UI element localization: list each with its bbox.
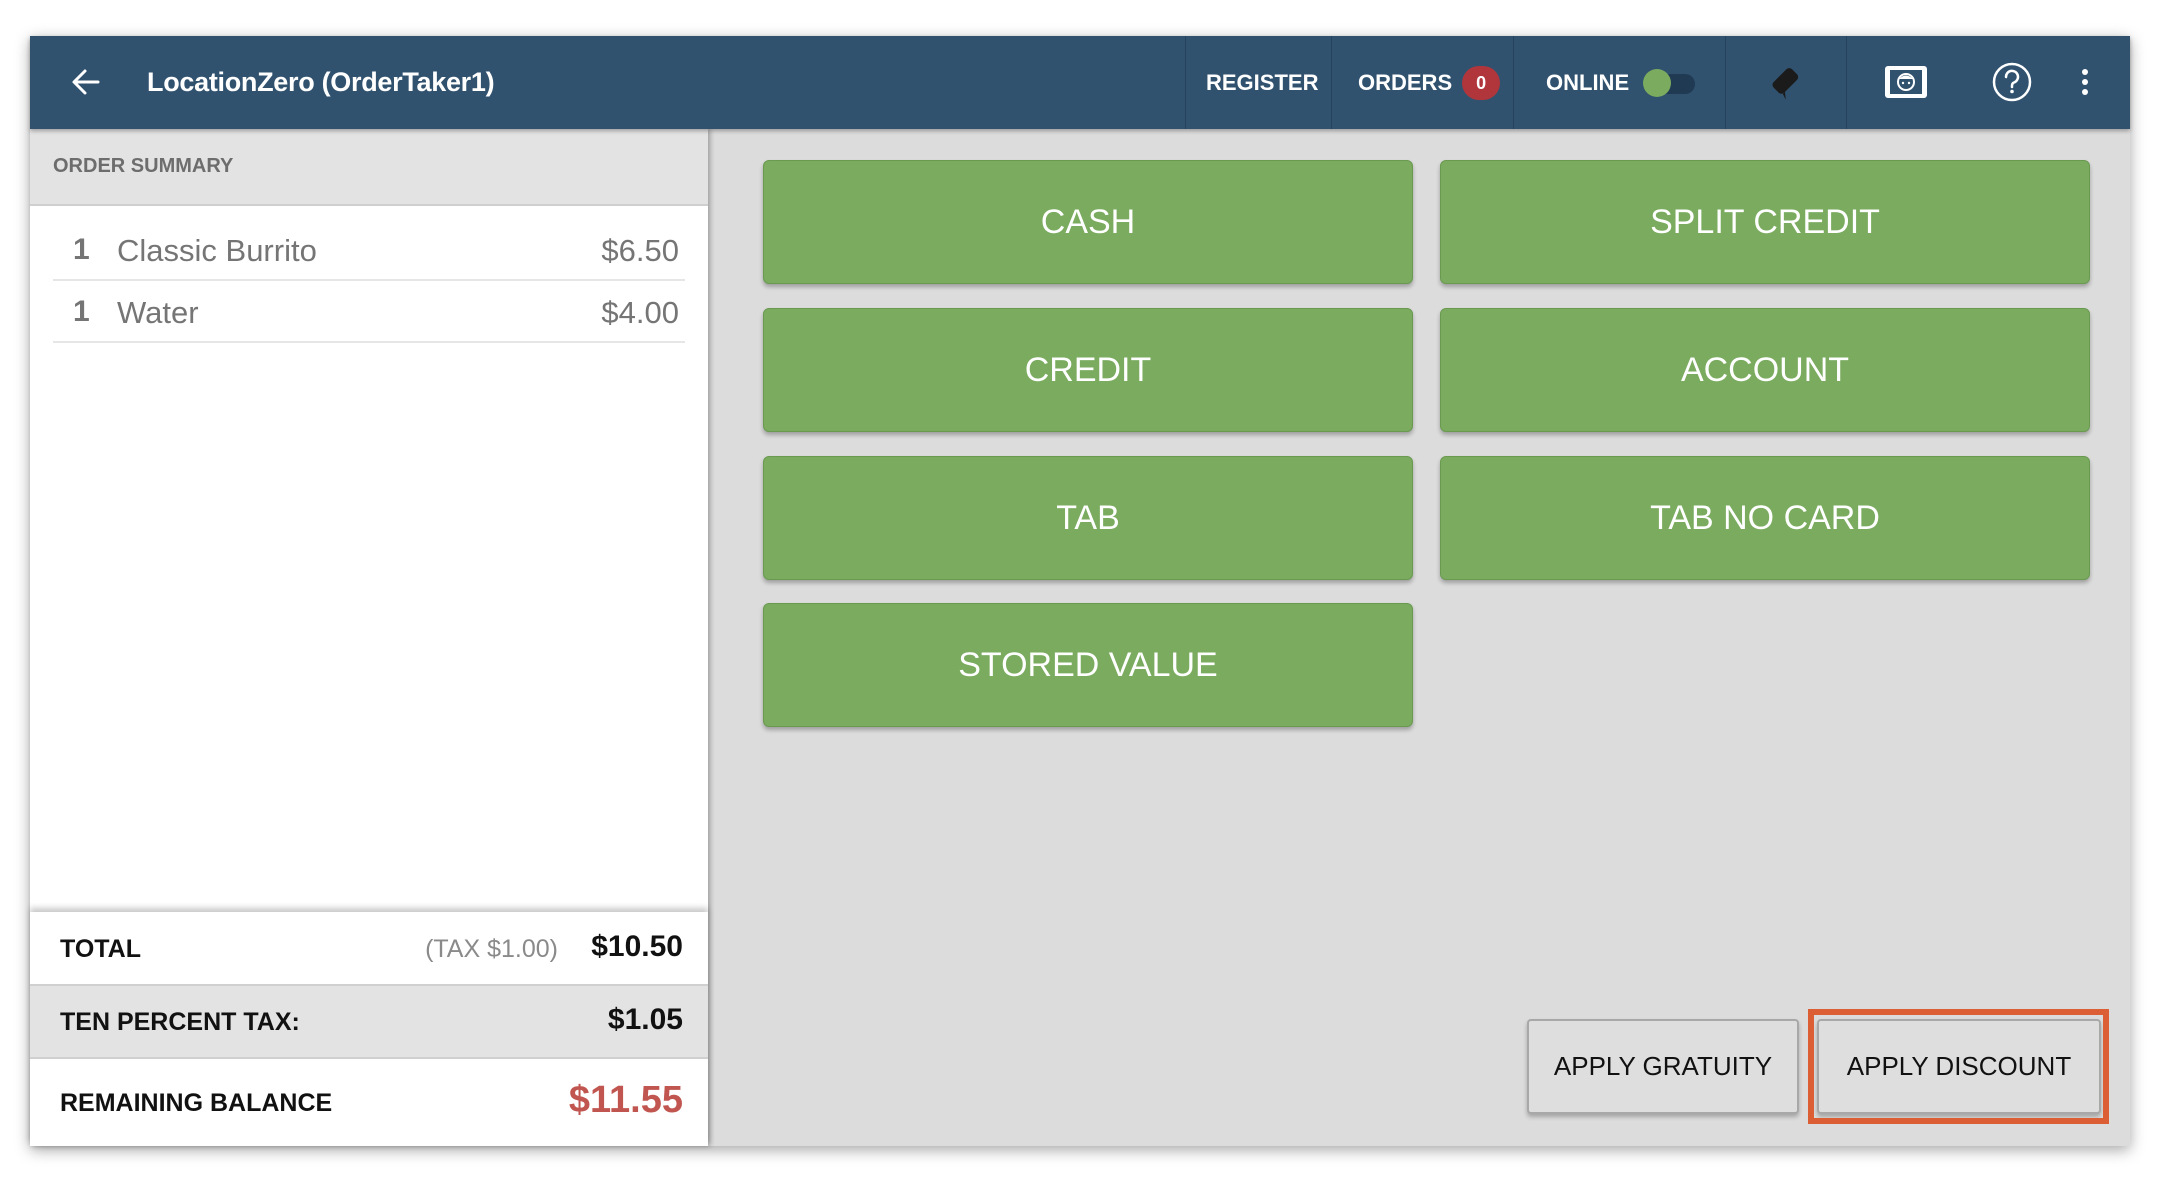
toolbar-divider [1725,36,1726,129]
back-arrow-icon[interactable] [66,62,106,102]
item-quantity: 1 [73,295,90,328]
pos-window: LocationZero (OrderTaker1) REGISTER ORDE… [30,36,2130,1146]
toolbar-divider [1513,36,1514,129]
online-status: ONLINE [1546,36,1696,129]
more-vertical-icon[interactable] [2060,57,2110,107]
split-credit-button[interactable]: SPLIT CREDIT [1440,160,2090,284]
credit-button[interactable]: CREDIT [763,308,1413,432]
toolbar-divider [1846,36,1847,129]
remaining-balance-label: REMAINING BALANCE [60,1089,333,1117]
order-item-row[interactable]: 1 Classic Burrito $6.50 [53,219,685,281]
help-icon[interactable] [1987,57,2037,107]
account-button[interactable]: ACCOUNT [1440,308,2090,432]
orders-count-badge: 0 [1462,65,1501,100]
apply-discount-button[interactable]: APPLY DISCOUNT [1817,1019,2101,1114]
item-name: Water [117,295,199,330]
app-title: LocationZero (OrderTaker1) [147,67,495,97]
tab-no-card-button[interactable]: TAB NO CARD [1440,456,2090,580]
item-name: Classic Burrito [117,233,317,268]
toggle-thumb [1643,68,1672,97]
stored-value-button[interactable]: STORED VALUE [763,603,1413,727]
order-items-list[interactable]: 1 Classic Burrito $6.50 1 Water $4.00 [53,219,685,343]
online-toggle[interactable] [1643,68,1696,97]
orders-button[interactable]: ORDERS 0 [1358,36,1501,129]
card-reader-icon[interactable] [1760,57,1810,107]
toolbar-divider [1185,36,1186,129]
order-summary-title: ORDER SUMMARY [53,155,234,177]
total-tax-note: (TAX $1.00) [425,935,558,963]
item-price: $4.00 [601,295,679,330]
total-value: $10.50 [591,930,683,963]
total-row: TOTAL (TAX $1.00) $10.50 [30,912,708,984]
tax-value: $1.05 [607,1003,683,1036]
tax-row: TEN PERCENT TAX: $1.05 [30,984,708,1059]
register-label: REGISTER [1206,69,1319,95]
toolbar-divider [1331,36,1332,129]
online-label: ONLINE [1546,69,1630,95]
orders-label: ORDERS [1358,69,1453,95]
remaining-balance-row: REMAINING BALANCE $11.55 [30,1059,708,1146]
order-summary-panel: ORDER SUMMARY 1 Classic Burrito $6.50 1 … [30,129,708,1146]
top-app-bar: LocationZero (OrderTaker1) REGISTER ORDE… [30,36,2130,129]
order-item-row[interactable]: 1 Water $4.00 [53,281,685,343]
order-totals: TOTAL (TAX $1.00) $10.50 TEN PERCENT TAX… [30,912,708,1146]
customer-display-icon[interactable] [1881,57,1931,107]
cash-button[interactable]: CASH [763,160,1413,284]
apply-gratuity-button[interactable]: APPLY GRATUITY [1527,1019,1799,1114]
item-price: $6.50 [601,233,679,268]
tab-button[interactable]: TAB [763,456,1413,580]
order-summary-header: ORDER SUMMARY [30,129,708,206]
register-button[interactable]: REGISTER [1206,36,1318,129]
total-label: TOTAL [60,935,142,963]
item-quantity: 1 [73,233,90,266]
tax-label: TEN PERCENT TAX: [60,1008,300,1036]
remaining-balance-value: $11.55 [568,1079,683,1121]
